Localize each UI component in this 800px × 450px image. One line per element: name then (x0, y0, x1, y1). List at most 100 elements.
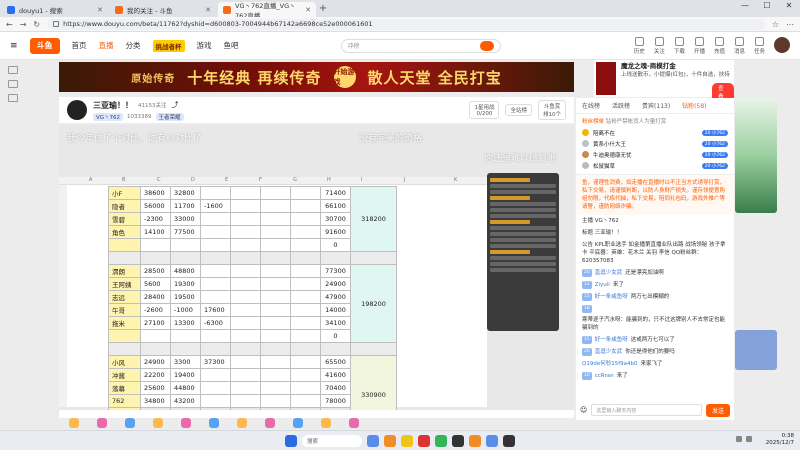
value-cell[interactable] (230, 394, 261, 408)
gift-icon[interactable] (69, 418, 79, 428)
value-cell[interactable]: 19500 (170, 290, 201, 304)
browser-icon[interactable] (486, 434, 498, 447)
value-cell[interactable]: -1000 (170, 303, 201, 317)
value-cell[interactable]: 22200 (140, 368, 171, 382)
taskbar-app-icon[interactable] (469, 434, 481, 447)
value-cell[interactable] (290, 186, 321, 200)
promo-art-image-2[interactable] (735, 330, 777, 370)
value-cell[interactable] (290, 277, 321, 291)
value-cell[interactable] (230, 381, 261, 395)
follow-button[interactable]: 关注 (654, 36, 665, 55)
minimize-button[interactable]: — (734, 0, 756, 12)
game-banner-ad[interactable]: 原始传奇 十年经典 再续传奇 开始游戏 散人天堂 全民打宝 (59, 62, 574, 92)
name-cell[interactable]: 王阿姨 (108, 277, 141, 291)
tab-diamond[interactable]: 钻粉(58) (682, 101, 706, 110)
value-cell[interactable] (290, 264, 321, 278)
value-cell[interactable] (200, 238, 231, 252)
tab-live-room[interactable]: VG丶762直播_VG丶762直播... ✕ (218, 2, 316, 20)
sidebar-home-icon[interactable] (8, 66, 18, 74)
total-cell[interactable]: 34100 (320, 316, 351, 330)
value-cell[interactable] (260, 394, 291, 408)
value-cell[interactable] (200, 225, 231, 239)
group-sum-cell[interactable]: 198200 (350, 264, 397, 343)
user-avatar[interactable] (774, 36, 790, 53)
task-button[interactable]: 任务 (754, 36, 765, 55)
value-cell[interactable] (230, 303, 261, 317)
value-cell[interactable] (260, 303, 291, 317)
tab-online[interactable]: 在线榜 (582, 101, 600, 110)
value-cell[interactable] (230, 277, 261, 291)
value-cell[interactable]: 19400 (170, 368, 201, 382)
anchor-name[interactable]: VG丶762 (93, 112, 124, 121)
start-icon[interactable] (285, 434, 297, 447)
value-cell[interactable] (230, 238, 261, 252)
banner-start-button[interactable]: 开始游戏 (333, 66, 356, 88)
value-cell[interactable] (290, 394, 321, 408)
history-button[interactable]: 历史 (634, 36, 645, 55)
total-cell[interactable]: 66100 (320, 199, 351, 213)
nav-home[interactable]: 首页 (72, 40, 87, 51)
gift-icon[interactable] (181, 418, 191, 428)
search-input[interactable]: 冲榜 (340, 38, 501, 53)
folder-icon[interactable] (401, 434, 413, 447)
group-sum-cell[interactable]: 330900 (350, 355, 397, 410)
value-cell[interactable] (290, 212, 321, 226)
name-cell[interactable]: 小风 (108, 355, 141, 369)
total-cell[interactable]: 30700 (320, 212, 351, 226)
reload-icon[interactable]: ↻ (33, 20, 40, 29)
value-cell[interactable]: -1600 (200, 199, 231, 213)
value-cell[interactable]: 25600 (140, 381, 171, 395)
value-cell[interactable] (290, 329, 321, 343)
value-cell[interactable] (260, 290, 291, 304)
value-cell[interactable] (260, 316, 291, 330)
total-cell[interactable]: 0 (320, 329, 351, 343)
recharge-button[interactable]: 充值 (714, 36, 725, 55)
value-cell[interactable] (200, 329, 231, 343)
value-cell[interactable]: 37300 (200, 355, 231, 369)
tab-vip[interactable]: 贵宾(113) (642, 101, 670, 110)
site-rank-stat[interactable]: 全站榜 (505, 104, 532, 116)
taskbar-app-icon[interactable] (384, 434, 396, 447)
gift-icon[interactable] (237, 418, 247, 428)
total-cell[interactable]: 47900 (320, 290, 351, 304)
name-cell[interactable]: 雪碧 (108, 212, 141, 226)
value-cell[interactable]: 32800 (170, 186, 201, 200)
name-cell[interactable]: 隐者 (108, 199, 141, 213)
value-cell[interactable]: -6300 (200, 316, 231, 330)
value-cell[interactable]: 24900 (140, 355, 171, 369)
name-cell[interactable]: 志远 (108, 290, 141, 304)
name-cell[interactable]: 冲酱 (108, 368, 141, 382)
value-cell[interactable] (230, 368, 261, 382)
name-cell[interactable]: 午哥 (108, 303, 141, 317)
name-cell[interactable]: 拖米 (108, 316, 141, 330)
name-cell[interactable]: 762 (108, 394, 141, 408)
name-cell[interactable]: 渭朗 (108, 264, 141, 278)
value-cell[interactable] (230, 316, 261, 330)
volume-icon[interactable] (746, 436, 752, 442)
taskbar-app-icon[interactable] (418, 434, 430, 447)
value-cell[interactable] (290, 225, 321, 239)
rank-row[interactable]: 陪离不在 20 小762 (582, 127, 728, 138)
back-icon[interactable]: ← (6, 20, 13, 29)
gift-icon[interactable] (125, 418, 135, 428)
value-cell[interactable] (260, 355, 291, 369)
value-cell[interactable]: 28400 (140, 290, 171, 304)
gift-icon[interactable] (209, 418, 219, 428)
rank-row[interactable]: 松鼠猫草 20 小762 (582, 160, 728, 171)
category-tag[interactable]: 王者荣耀 (155, 112, 184, 121)
value-cell[interactable] (290, 381, 321, 395)
gift-icon[interactable] (293, 418, 303, 428)
value-cell[interactable] (260, 238, 291, 252)
name-cell[interactable] (108, 238, 141, 252)
value-cell[interactable] (290, 355, 321, 369)
value-cell[interactable]: 19300 (170, 277, 201, 291)
gift-icon[interactable] (321, 418, 331, 428)
rank-row[interactable]: 牛迪奥德康无忧 20 小762 (582, 149, 728, 160)
taskbar-search[interactable]: 搜索 (302, 434, 362, 447)
site-logo[interactable]: 斗鱼 (29, 37, 60, 54)
taskbar-app-icon[interactable] (435, 434, 447, 447)
value-cell[interactable] (290, 316, 321, 330)
value-cell[interactable]: 77500 (170, 225, 201, 239)
group-sum-cell[interactable]: 318200 (350, 186, 397, 252)
value-cell[interactable] (230, 264, 261, 278)
